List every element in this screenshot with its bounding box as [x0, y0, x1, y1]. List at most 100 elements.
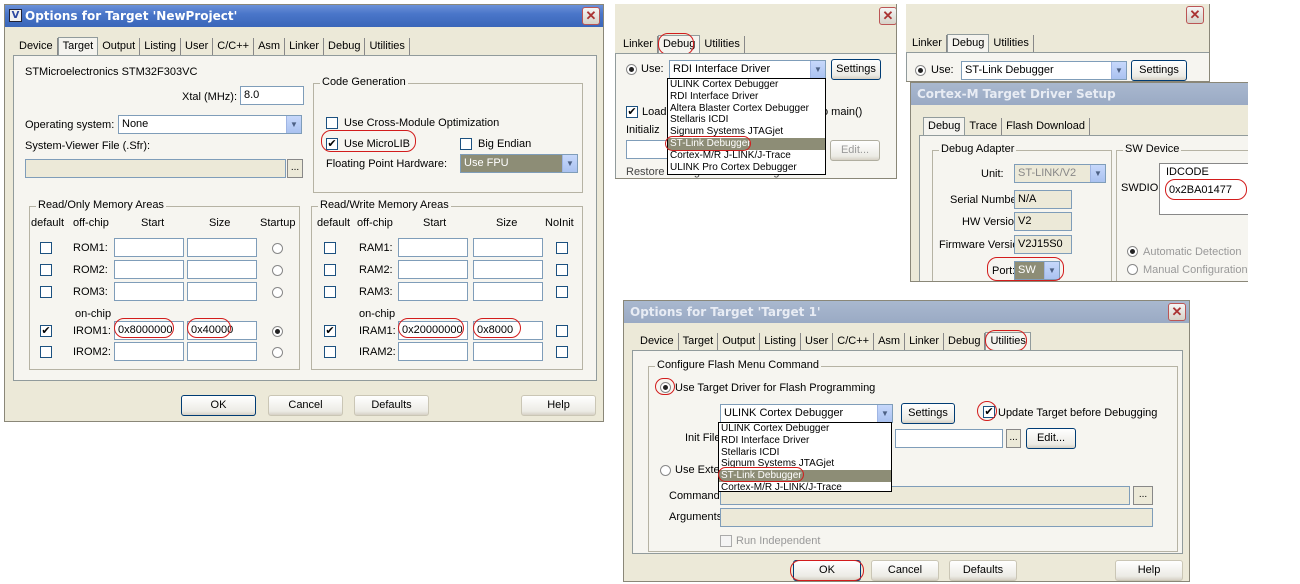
- chevron-down-icon[interactable]: ▼: [1111, 62, 1126, 79]
- tab-debug[interactable]: Debug: [946, 34, 990, 52]
- tab-user[interactable]: User: [181, 38, 214, 56]
- irom1-default-checkbox[interactable]: ✔: [40, 325, 52, 337]
- close-button[interactable]: ✕: [1168, 303, 1186, 321]
- dropdown-option[interactable]: ULINK Pro Cortex Debugger: [668, 162, 825, 174]
- help-button[interactable]: Help: [1115, 560, 1183, 581]
- tab-device[interactable]: Device: [15, 38, 58, 56]
- iram2-default-checkbox[interactable]: [324, 346, 336, 358]
- tab-target[interactable]: Target: [57, 37, 99, 55]
- iram2-size[interactable]: [473, 342, 543, 361]
- dropdown-option[interactable]: RDI Interface Driver: [719, 435, 891, 447]
- tab-output[interactable]: Output: [98, 38, 141, 56]
- big-endian-checkbox[interactable]: [460, 138, 472, 150]
- debugger-select[interactable]: RDI Interface Driver ▼: [669, 60, 826, 79]
- debugger-select[interactable]: ST-Link Debugger ▼: [961, 61, 1127, 80]
- rom2-start[interactable]: [114, 260, 184, 279]
- tab-cc[interactable]: C/C++: [833, 333, 875, 351]
- tab-utilities[interactable]: Utilities: [365, 38, 410, 56]
- chevron-down-icon[interactable]: ▼: [562, 155, 577, 172]
- ram1-start[interactable]: [398, 238, 468, 257]
- irom2-startup-radio[interactable]: [272, 347, 283, 358]
- cancel-button[interactable]: Cancel: [871, 560, 939, 581]
- svf-input[interactable]: [25, 159, 286, 178]
- defaults-button[interactable]: Defaults: [949, 560, 1017, 581]
- ram3-default-checkbox[interactable]: [324, 286, 336, 298]
- tab-linker[interactable]: Linker: [905, 333, 945, 351]
- init-file-browse-button[interactable]: ...: [1006, 429, 1021, 448]
- tab-user[interactable]: User: [801, 333, 834, 351]
- cross-module-checkbox[interactable]: [326, 117, 338, 129]
- settings-button[interactable]: Settings: [831, 59, 881, 80]
- rom1-start[interactable]: [114, 238, 184, 257]
- rom1-default-checkbox[interactable]: [40, 242, 52, 254]
- dropdown-option[interactable]: Cortex-M/R J-LINK/J-Trace: [719, 482, 891, 494]
- chevron-down-icon[interactable]: ▼: [810, 61, 825, 78]
- tab-listing[interactable]: Listing: [760, 333, 802, 351]
- use-radio[interactable]: [915, 65, 926, 76]
- flash-driver-select[interactable]: ULINK Cortex Debugger ▼: [720, 404, 893, 423]
- tab-debug[interactable]: Debug: [324, 38, 366, 56]
- unit-select[interactable]: ST-LINK/V2 ▼: [1014, 164, 1106, 183]
- ram2-default-checkbox[interactable]: [324, 264, 336, 276]
- tab-trace[interactable]: Trace: [965, 118, 1003, 136]
- tab-cc[interactable]: C/C++: [213, 38, 255, 56]
- settings-button[interactable]: Settings: [901, 403, 955, 424]
- close-button[interactable]: ✕: [1186, 6, 1204, 24]
- svf-browse-button[interactable]: ...: [287, 159, 303, 178]
- use-radio[interactable]: [626, 64, 637, 75]
- init-file-input[interactable]: [895, 429, 1003, 448]
- ram3-start[interactable]: [398, 282, 468, 301]
- rom2-default-checkbox[interactable]: [40, 264, 52, 276]
- manual-config-radio[interactable]: [1127, 264, 1138, 275]
- command-browse-button[interactable]: ...: [1133, 486, 1153, 505]
- iram2-noinit-checkbox[interactable]: [556, 346, 568, 358]
- ram3-noinit-checkbox[interactable]: [556, 286, 568, 298]
- dropdown-option[interactable]: ULINK Cortex Debugger: [719, 423, 891, 435]
- ram1-noinit-checkbox[interactable]: [556, 242, 568, 254]
- auto-detect-radio[interactable]: [1127, 246, 1138, 257]
- edit-button[interactable]: Edit...: [830, 140, 880, 161]
- chevron-down-icon[interactable]: ▼: [1090, 165, 1105, 182]
- use-external-tool-radio[interactable]: [660, 465, 671, 476]
- defaults-button[interactable]: Defaults: [354, 395, 429, 416]
- iram1-noinit-checkbox[interactable]: [556, 325, 568, 337]
- rom3-default-checkbox[interactable]: [40, 286, 52, 298]
- os-select[interactable]: None ▼: [118, 115, 302, 134]
- tab-linker[interactable]: Linker: [908, 35, 947, 53]
- run-independent-checkbox[interactable]: [720, 535, 732, 547]
- chevron-down-icon[interactable]: ▼: [877, 405, 892, 422]
- iram1-default-checkbox[interactable]: ✔: [324, 325, 336, 337]
- irom2-size[interactable]: [187, 342, 257, 361]
- tab-linker[interactable]: Linker: [285, 38, 325, 56]
- close-button[interactable]: ✕: [582, 7, 600, 25]
- debugger-dropdown-list[interactable]: ULINK Cortex Debugger RDI Interface Driv…: [667, 78, 826, 175]
- init-file-input[interactable]: [626, 140, 670, 159]
- rom3-size[interactable]: [187, 282, 257, 301]
- rom2-startup-radio[interactable]: [272, 265, 283, 276]
- rom3-startup-radio[interactable]: [272, 287, 283, 298]
- tab-listing[interactable]: Listing: [140, 38, 182, 56]
- dropdown-option[interactable]: Altera Blaster Cortex Debugger: [668, 103, 825, 115]
- ram1-size[interactable]: [473, 238, 543, 257]
- rom1-startup-radio[interactable]: [272, 243, 283, 254]
- cancel-button[interactable]: Cancel: [268, 395, 343, 416]
- dropdown-option[interactable]: ULINK Cortex Debugger: [668, 79, 825, 91]
- ok-button[interactable]: OK: [181, 395, 256, 416]
- dropdown-option[interactable]: Stellaris ICDI: [719, 447, 891, 459]
- chevron-down-icon[interactable]: ▼: [286, 116, 301, 133]
- rom3-start[interactable]: [114, 282, 184, 301]
- irom2-start[interactable]: [114, 342, 184, 361]
- ram2-start[interactable]: [398, 260, 468, 279]
- iram2-start[interactable]: [398, 342, 468, 361]
- tab-device[interactable]: Device: [636, 333, 679, 351]
- ram2-noinit-checkbox[interactable]: [556, 264, 568, 276]
- tab-utilities[interactable]: Utilities: [989, 35, 1034, 53]
- tab-debug[interactable]: Debug: [923, 117, 966, 135]
- tab-output[interactable]: Output: [718, 333, 761, 351]
- tab-target[interactable]: Target: [679, 333, 719, 351]
- tab-utilities[interactable]: Utilities: [700, 36, 745, 54]
- arguments-input[interactable]: [720, 508, 1153, 527]
- ram2-size[interactable]: [473, 260, 543, 279]
- rom2-size[interactable]: [187, 260, 257, 279]
- xtal-input[interactable]: 8.0: [240, 86, 304, 105]
